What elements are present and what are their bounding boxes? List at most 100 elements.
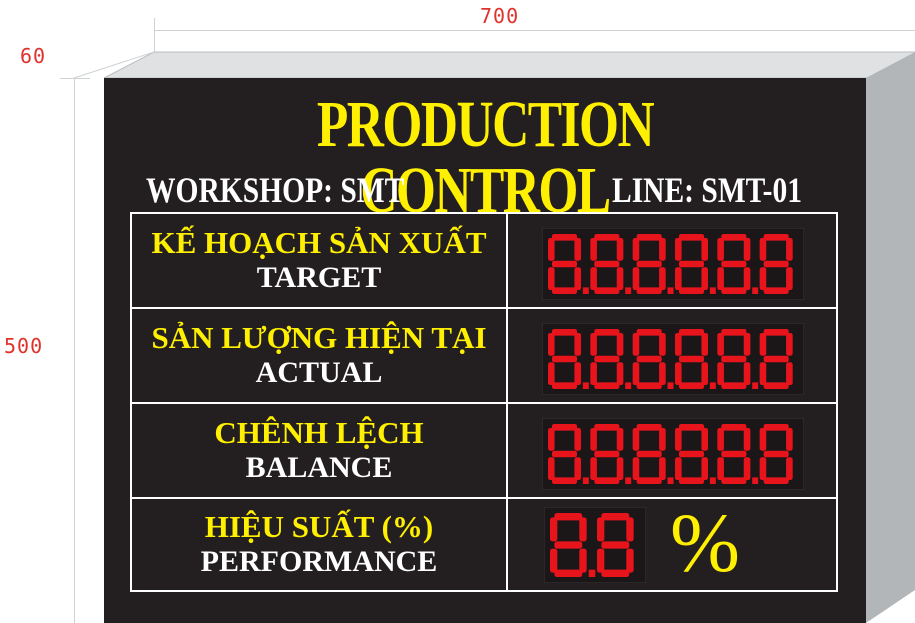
led-segment [632, 362, 640, 386]
led-segment [590, 427, 597, 451]
led-display-cell [508, 214, 836, 307]
table-row-actual: SẢN LƯỢNG HIỆN TẠI ACTUAL [132, 309, 836, 404]
led-segment [659, 332, 666, 356]
led-decimal-point [752, 477, 759, 484]
box-top-face [103, 51, 915, 79]
led-segment [548, 237, 555, 261]
led-segment [594, 382, 620, 389]
led-segment [678, 287, 705, 294]
led-segment [632, 267, 640, 291]
label-english: BALANCE [245, 451, 393, 485]
led-segment [551, 355, 578, 363]
led-display-cell [508, 309, 836, 402]
led-segment [717, 427, 724, 451]
led-segment [701, 457, 709, 481]
led-segment [717, 332, 724, 356]
led-segment [717, 457, 724, 481]
led-segment [786, 237, 793, 261]
led-segment [763, 424, 789, 431]
led-segment [597, 517, 605, 542]
led-segment [678, 450, 705, 458]
table-row-balance: CHÊNH LỆCH BALANCE [132, 404, 836, 499]
led-segment [759, 427, 767, 451]
led-segment [551, 450, 578, 458]
led-segment [551, 329, 578, 336]
led-segment [594, 450, 620, 458]
row-label: CHÊNH LỆCH BALANCE [132, 404, 506, 497]
led-segment [786, 457, 793, 481]
table-row-performance: HIỆU SUẤT (%) PERFORMANCE % [132, 497, 836, 590]
led-segment [759, 237, 767, 261]
led-segment [551, 234, 578, 241]
led-decimal-point [667, 477, 674, 484]
row-label: HIỆU SUẤT (%) PERFORMANCE [132, 499, 506, 590]
label-vietnamese: CHÊNH LỆCH [214, 415, 424, 451]
percent-symbol: % [670, 497, 740, 590]
box-right-face [866, 52, 915, 623]
led-segment [636, 234, 662, 241]
led-segment [601, 541, 630, 549]
led-segment [786, 267, 793, 291]
label-vietnamese: HIỆU SUẤT (%) [204, 509, 434, 545]
table-row-target: KẾ HOẠCH SẢN XUẤT TARGET [132, 214, 836, 309]
led-segment [763, 382, 789, 389]
led-segment [743, 267, 751, 291]
led-segment [786, 332, 793, 356]
led-segment [616, 362, 624, 386]
led-segment [554, 569, 583, 577]
led-segment [594, 329, 620, 336]
led-segment [759, 332, 767, 356]
led-decimal-point [625, 287, 632, 294]
led-segment [636, 382, 662, 389]
led-decimal-point [752, 382, 759, 389]
led-segment [636, 260, 662, 268]
led-segment [636, 477, 662, 484]
led-segment [597, 548, 605, 573]
led-display-cell [508, 404, 836, 497]
led-segment [551, 382, 578, 389]
led-segment [659, 237, 666, 261]
led-decimal-point [582, 287, 589, 294]
led-segment [717, 237, 724, 261]
led-segment [616, 332, 624, 356]
led-segment [579, 517, 587, 542]
led-segment [675, 362, 682, 386]
led-segment [743, 457, 751, 481]
led-segment [678, 260, 705, 268]
led-segment [721, 287, 747, 294]
metrics-table: KẾ HOẠCH SẢN XUẤT TARGET SẢN LƯỢNG HIỆN … [130, 212, 838, 592]
led-segment [579, 548, 587, 573]
led-segment [632, 457, 640, 481]
label-vietnamese: SẢN LƯỢNG HIỆN TẠI [151, 320, 487, 356]
led-segment [763, 450, 789, 458]
led-segment [701, 362, 709, 386]
led-segment [601, 513, 630, 521]
led-segment [626, 517, 634, 542]
workshop-label: WORKSHOP: SMT [146, 170, 405, 210]
led-segment [574, 237, 582, 261]
led-decimal-point [752, 287, 759, 294]
led-decimal-point [709, 477, 716, 484]
led-segment [636, 287, 662, 294]
led-segment [594, 424, 620, 431]
led-segment [721, 329, 747, 336]
label-english: TARGET [256, 261, 382, 295]
production-control-board: PRODUCTION CONTROL WORKSHOP: SMT LINE: S… [104, 78, 866, 623]
led-segment [574, 427, 582, 451]
led-segment [743, 362, 751, 386]
led-segment [659, 267, 666, 291]
led-segment [574, 267, 582, 291]
led-segment [632, 332, 640, 356]
led-segment [786, 362, 793, 386]
led-decimal-point [667, 287, 674, 294]
led-segment [763, 355, 789, 363]
led-segment [551, 424, 578, 431]
led-segment [594, 355, 620, 363]
led-segment [675, 332, 682, 356]
led-segment [701, 237, 709, 261]
led-decimal-point [582, 382, 589, 389]
led-segment [574, 457, 582, 481]
led-segment [678, 329, 705, 336]
led-segment [574, 332, 582, 356]
led-segment [678, 355, 705, 363]
